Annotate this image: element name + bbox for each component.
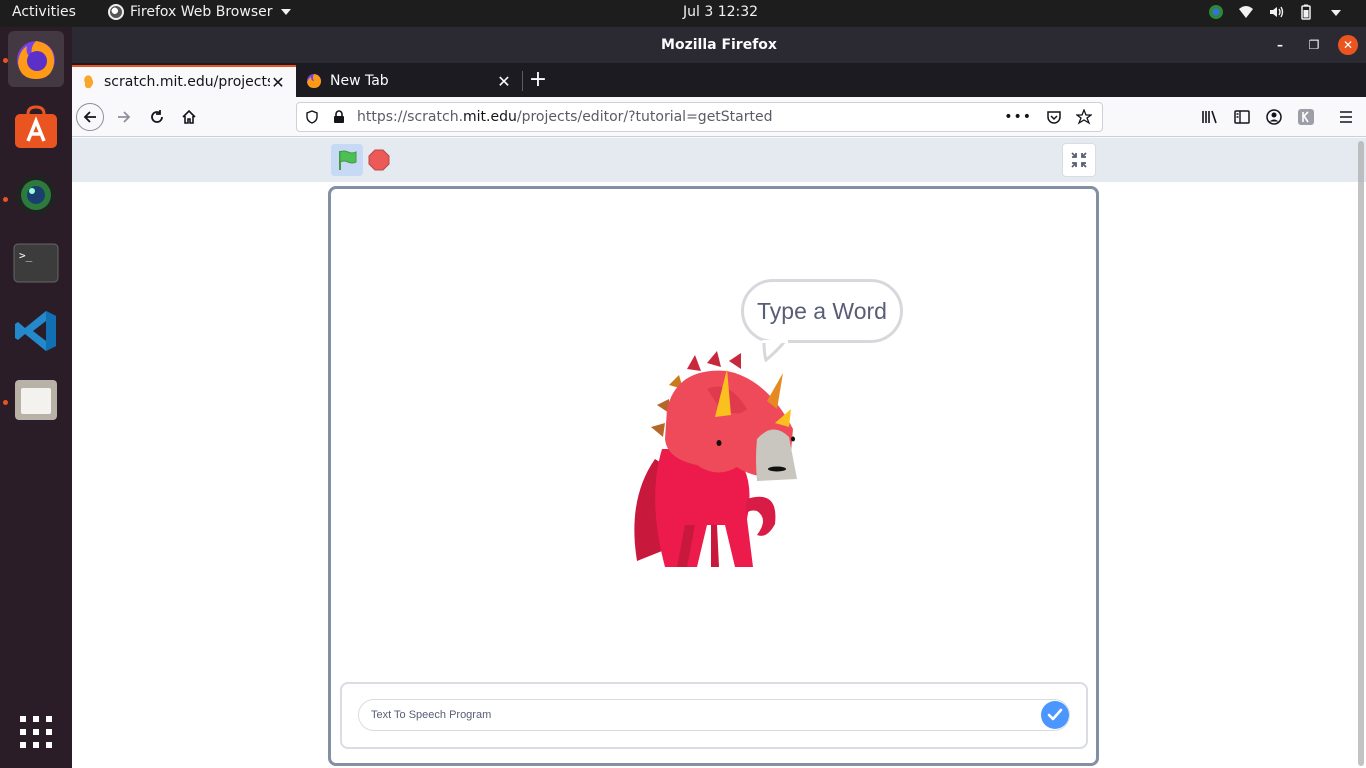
forward-button[interactable] [110,103,138,131]
svg-text:>_: >_ [19,249,33,262]
arrow-left-icon [83,111,96,123]
camera-icon [15,174,57,216]
dock-files[interactable] [8,371,64,427]
page-scrollbar[interactable] [1358,141,1364,766]
running-indicator [3,400,8,405]
chevron-down-icon [280,9,291,15]
stop-button[interactable] [368,149,390,171]
running-indicator [3,197,8,202]
title-bar[interactable]: Mozilla Firefox – ❐ ✕ [72,27,1366,63]
system-tray[interactable] [1208,4,1344,20]
tab-scratch[interactable]: scratch.mit.edu/projects/ ✕ [72,65,296,97]
sidebar-icon [1234,110,1250,124]
ask-answer-panel: Text To Speech Program [340,682,1088,749]
stage-header [72,138,1366,182]
close-tab-icon[interactable]: ✕ [496,72,512,91]
battery-icon[interactable] [1298,4,1314,20]
speech-bubble-text: Type a Word [757,297,887,324]
chrome-indicator-icon[interactable] [1208,4,1224,20]
reload-button[interactable] [143,103,171,131]
minimize-button[interactable]: – [1270,35,1290,55]
account-button[interactable] [1260,103,1288,131]
url-bar[interactable]: https://scratch.mit.edu/projects/editor/… [296,102,1103,132]
dock-terminal[interactable]: >_ [8,235,64,291]
dock-firefox[interactable] [8,31,64,87]
tab-new-tab[interactable]: New Tab ✕ [296,65,522,97]
firefox-small-icon [108,4,124,20]
close-window-button[interactable]: ✕ [1338,35,1358,55]
close-tab-icon[interactable]: ✕ [270,73,286,92]
page-content: Type a Word Text To Speech Program [72,138,1366,768]
hamburger-menu-icon [1340,111,1352,123]
lock-icon[interactable] [333,110,345,124]
scratch-favicon-icon [84,75,94,89]
scratch-stage[interactable]: Type a Word Text To Speech Program [328,186,1099,766]
home-icon [182,109,196,124]
dock-camera[interactable] [8,167,64,223]
dock-ubuntu-software[interactable] [8,99,64,155]
window-title: Mozilla Firefox [661,37,777,53]
firefox-icon [17,41,55,79]
green-flag-icon [339,150,357,170]
files-icon [15,380,57,420]
restore-button[interactable]: ❐ [1304,35,1324,55]
navigation-toolbar: https://scratch.mit.edu/projects/editor/… [72,97,1366,137]
dinosaur-sprite[interactable] [607,349,817,569]
firefox-favicon-icon [307,74,321,88]
arrow-right-icon [118,111,131,123]
exit-fullscreen-button[interactable] [1062,143,1096,177]
speech-bubble: Type a Word [741,279,903,362]
tab-label: scratch.mit.edu/projects/ [104,74,270,90]
unfullscreen-icon [1071,152,1087,168]
tab-separator [522,71,523,91]
grid-icon [20,716,52,748]
ubuntu-dock: >_ [0,27,72,768]
library-icon [1202,110,1217,124]
tab-bar: scratch.mit.edu/projects/ ✕ New Tab ✕ + [72,63,1366,97]
wifi-icon[interactable] [1238,4,1254,20]
activities-button[interactable]: Activities [12,4,76,20]
extension-button[interactable] [1292,103,1320,131]
page-actions-icon[interactable]: ••• [1004,109,1032,125]
library-button[interactable] [1196,103,1224,131]
terminal-icon: >_ [13,243,59,283]
app-menu-button[interactable] [1332,103,1360,131]
home-button[interactable] [175,103,203,131]
back-button[interactable] [76,103,104,131]
extension-icon [1298,109,1314,125]
answer-input[interactable]: Text To Speech Program [358,699,1070,731]
dock-vscode[interactable] [8,303,64,359]
vscode-icon [15,311,56,351]
firefox-window: Mozilla Firefox – ❐ ✕ scratch.mit.edu/pr… [72,27,1366,768]
new-tab-button[interactable]: + [528,69,548,91]
shield-icon[interactable] [305,110,319,124]
gnome-top-bar: Activities Firefox Web Browser Jul 3 12:… [0,0,1366,27]
green-flag-button[interactable] [331,144,363,176]
tab-label: New Tab [330,73,389,89]
volume-icon[interactable] [1268,4,1284,20]
submit-answer-button[interactable] [1041,701,1069,729]
reload-icon [151,110,163,123]
software-icon [15,105,57,148]
bookmark-star-icon[interactable] [1076,109,1092,125]
dock-show-applications[interactable] [8,704,64,760]
sidebar-button[interactable] [1228,103,1256,131]
app-menu-label: Firefox Web Browser [130,4,273,20]
stop-sign-icon [368,149,390,171]
pocket-icon[interactable] [1046,109,1062,125]
clock[interactable]: Jul 3 12:32 [683,4,758,20]
checkmark-icon [1047,708,1063,721]
running-indicator [3,58,8,63]
power-menu-caret-icon[interactable] [1328,4,1344,20]
url-text: https://scratch.mit.edu/projects/editor/… [357,109,773,125]
app-menu[interactable]: Firefox Web Browser [108,4,291,20]
account-icon [1266,109,1282,125]
